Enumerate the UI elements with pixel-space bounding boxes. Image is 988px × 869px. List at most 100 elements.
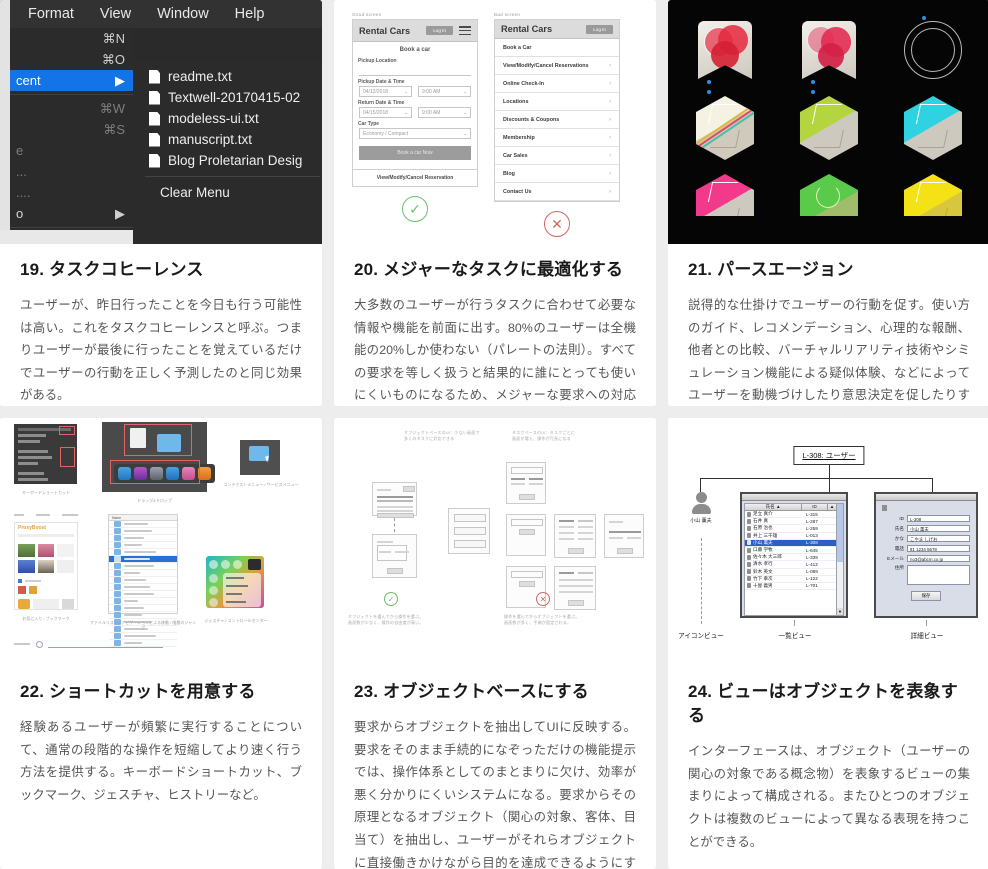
recent-file-item[interactable]: modeless-ui.txt	[133, 108, 322, 129]
screenshot-left-gutter	[0, 0, 10, 244]
pickup-location-input[interactable]	[359, 65, 471, 77]
menubar-item-format[interactable]: Format	[28, 6, 74, 22]
list-row[interactable]: 清水 孝行 L-412	[745, 561, 836, 569]
menu-list-item[interactable]: Book a Car	[495, 39, 619, 57]
finder-file-list[interactable]: Name	[108, 514, 178, 647]
sort-arrow-icon[interactable]: ▲	[828, 504, 836, 510]
lock-icon	[747, 540, 751, 546]
pickup-time-select[interactable]: 9:00 AM ⌄	[418, 86, 471, 98]
form-title: Book a car	[399, 47, 431, 54]
login-button[interactable]: Log In	[426, 26, 453, 36]
menu-item-new[interactable]: ⌘N	[10, 28, 133, 49]
login-button[interactable]: Log In	[586, 24, 613, 34]
wireframe-screen	[372, 482, 417, 518]
clear-menu-item[interactable]: Clear Menu	[133, 182, 322, 203]
pickup-date-select[interactable]: 04/12/2018 ⌄	[359, 86, 412, 98]
flow-heading-right: タスクベースのUI：タスクごとに 画面が増え、操作が冗長になる	[512, 430, 575, 442]
column-name[interactable]: 氏名 ▲	[745, 504, 802, 510]
file-icon	[149, 111, 160, 126]
icon-cell-hex-cream[interactable]	[678, 90, 772, 160]
list-row[interactable]: 石原 治也 L-259	[745, 525, 836, 533]
menu-list-item[interactable]: Locations ›	[495, 93, 619, 111]
column-id[interactable]: ID	[802, 504, 828, 510]
wireframe-screen	[554, 514, 596, 558]
icon-cell-bookmark-pink[interactable]	[782, 18, 876, 84]
chevron-down-icon: ⌄	[404, 88, 408, 94]
file-row[interactable]	[109, 521, 177, 528]
car-type-select[interactable]: Economy / Compact ⌄	[359, 128, 471, 140]
menu-list-item[interactable]: Car Sales ›	[495, 147, 619, 165]
manage-reservation-link[interactable]: View/Modify/Cancel Reservation	[353, 169, 477, 186]
file-row[interactable]	[109, 605, 177, 612]
list-header: 氏名 ▲ ID ▲	[745, 504, 836, 511]
list-row[interactable]: 竹下 幸次 L-122	[745, 576, 836, 583]
file-row[interactable]	[109, 563, 177, 570]
scrollbar[interactable]: ▼	[837, 503, 844, 616]
chevron-down-icon: ⌄	[463, 109, 467, 115]
file-row[interactable]	[109, 591, 177, 598]
recent-file-item[interactable]: Textwell-20170415-02	[133, 87, 322, 108]
file-row[interactable]	[109, 577, 177, 584]
menu-item-share[interactable]: o ▶	[10, 203, 133, 224]
recent-file-item[interactable]: readme.txt	[133, 66, 322, 87]
menu-list-item[interactable]: Discounts & Coupons ›	[495, 111, 619, 129]
file-icon	[149, 69, 160, 84]
file-row-selected[interactable]	[109, 556, 177, 563]
file-row[interactable]	[109, 528, 177, 535]
chevron-down-icon: ⌄	[463, 130, 467, 136]
menu-list-item[interactable]: Contact Us ›	[495, 183, 619, 201]
icon-cell-hex-lightgreen[interactable]	[782, 174, 876, 216]
list-row-selected[interactable]: 小山 薫夫 L-308	[745, 539, 836, 547]
icon-cell-rings[interactable]	[886, 16, 980, 82]
file-row[interactable]	[109, 598, 177, 605]
menubar-item-view[interactable]: View	[100, 6, 131, 22]
hamburger-menu-icon[interactable]	[459, 24, 471, 37]
lock-icon	[747, 533, 751, 539]
menu-list-item[interactable]: Blog ›	[495, 165, 619, 183]
icon-cell-bookmark-red[interactable]	[678, 18, 772, 84]
icon-cell-hex-yellow[interactable]	[886, 174, 980, 216]
chevron-down-icon: ⌄	[463, 88, 467, 94]
open-recent-submenu: readme.txt Textwell-20170415-02 modeless…	[133, 60, 322, 212]
file-icon	[149, 90, 160, 105]
menu-list-item[interactable]: Online Check-In ›	[495, 75, 619, 93]
detail-field: かな こやま しげお	[882, 535, 970, 542]
menu-item-open-recent[interactable]: cent ▶	[10, 70, 133, 91]
icon-cell-hex-cyan[interactable]	[886, 96, 980, 160]
flow-heading-left: オブジェクトベースのUI：少ない画面で 多くのタスクに対応できる	[404, 430, 480, 442]
menu-list-item[interactable]: Membership ›	[495, 129, 619, 147]
menubar-item-window[interactable]: Window	[157, 6, 209, 22]
icon-cell-hex-pink[interactable]	[678, 174, 772, 216]
save-button[interactable]: 保存	[910, 591, 942, 601]
menu-item-open[interactable]: ⌘O	[10, 49, 133, 70]
thumb	[37, 544, 55, 557]
return-time-select[interactable]: 9:00 AM ⌄	[418, 107, 471, 119]
recent-file-item[interactable]: manuscript.txt	[133, 129, 322, 150]
file-row[interactable]	[109, 535, 177, 542]
list-row[interactable]: 井上 三千雄 L-013	[745, 533, 836, 540]
highlight-box	[124, 424, 192, 456]
lock-icon	[747, 547, 751, 553]
list-rows: 足立 真介 L-315 石井 真 L-287 石原 治也 L-259 井上 三千雄 L-…	[745, 511, 836, 591]
list-row[interactable]: 十屋 義男 L-701	[745, 583, 836, 591]
file-row[interactable]	[109, 633, 177, 640]
file-row[interactable]	[109, 542, 177, 549]
card-22: キーボードショートカット ドラッグ&ドロップ コンテクストメニュー / サービス…	[0, 418, 322, 869]
macos-menu-screenshot: Format View Window Help ⌘N ⌘O cent ▶ ⌘W ⌘…	[0, 0, 322, 244]
icon-cell-hex-green[interactable]	[782, 90, 876, 160]
recent-file-item[interactable]: Blog Proletarian Desig	[133, 150, 322, 171]
menu-list-item[interactable]: View/Modify/Cancel Reservations ›	[495, 57, 619, 75]
book-now-button[interactable]: Book a car Now	[359, 146, 471, 161]
thumb	[18, 560, 35, 573]
file-row[interactable]	[109, 570, 177, 577]
field-label: Return Date & Time	[358, 100, 405, 107]
card-22-text: 経験あるユーザーが頻繁に実行することについて、通常の段階的な操作を短縮してより速…	[20, 720, 302, 802]
file-row[interactable]	[109, 584, 177, 591]
scroll-down-arrow-icon[interactable]: ▼	[837, 608, 843, 615]
file-row[interactable]	[109, 549, 177, 556]
list-row[interactable]: 鈴木 英文 L-089	[745, 569, 836, 576]
file-row[interactable]	[109, 612, 177, 619]
list-view-window: 氏名 ▲ ID ▲ 足立 真介 L-315 石井 真 L-287 石原 治也 L-25…	[740, 492, 848, 618]
menubar-item-help[interactable]: Help	[235, 6, 265, 22]
return-date-select[interactable]: 04/15/2018 ⌄	[359, 107, 412, 119]
